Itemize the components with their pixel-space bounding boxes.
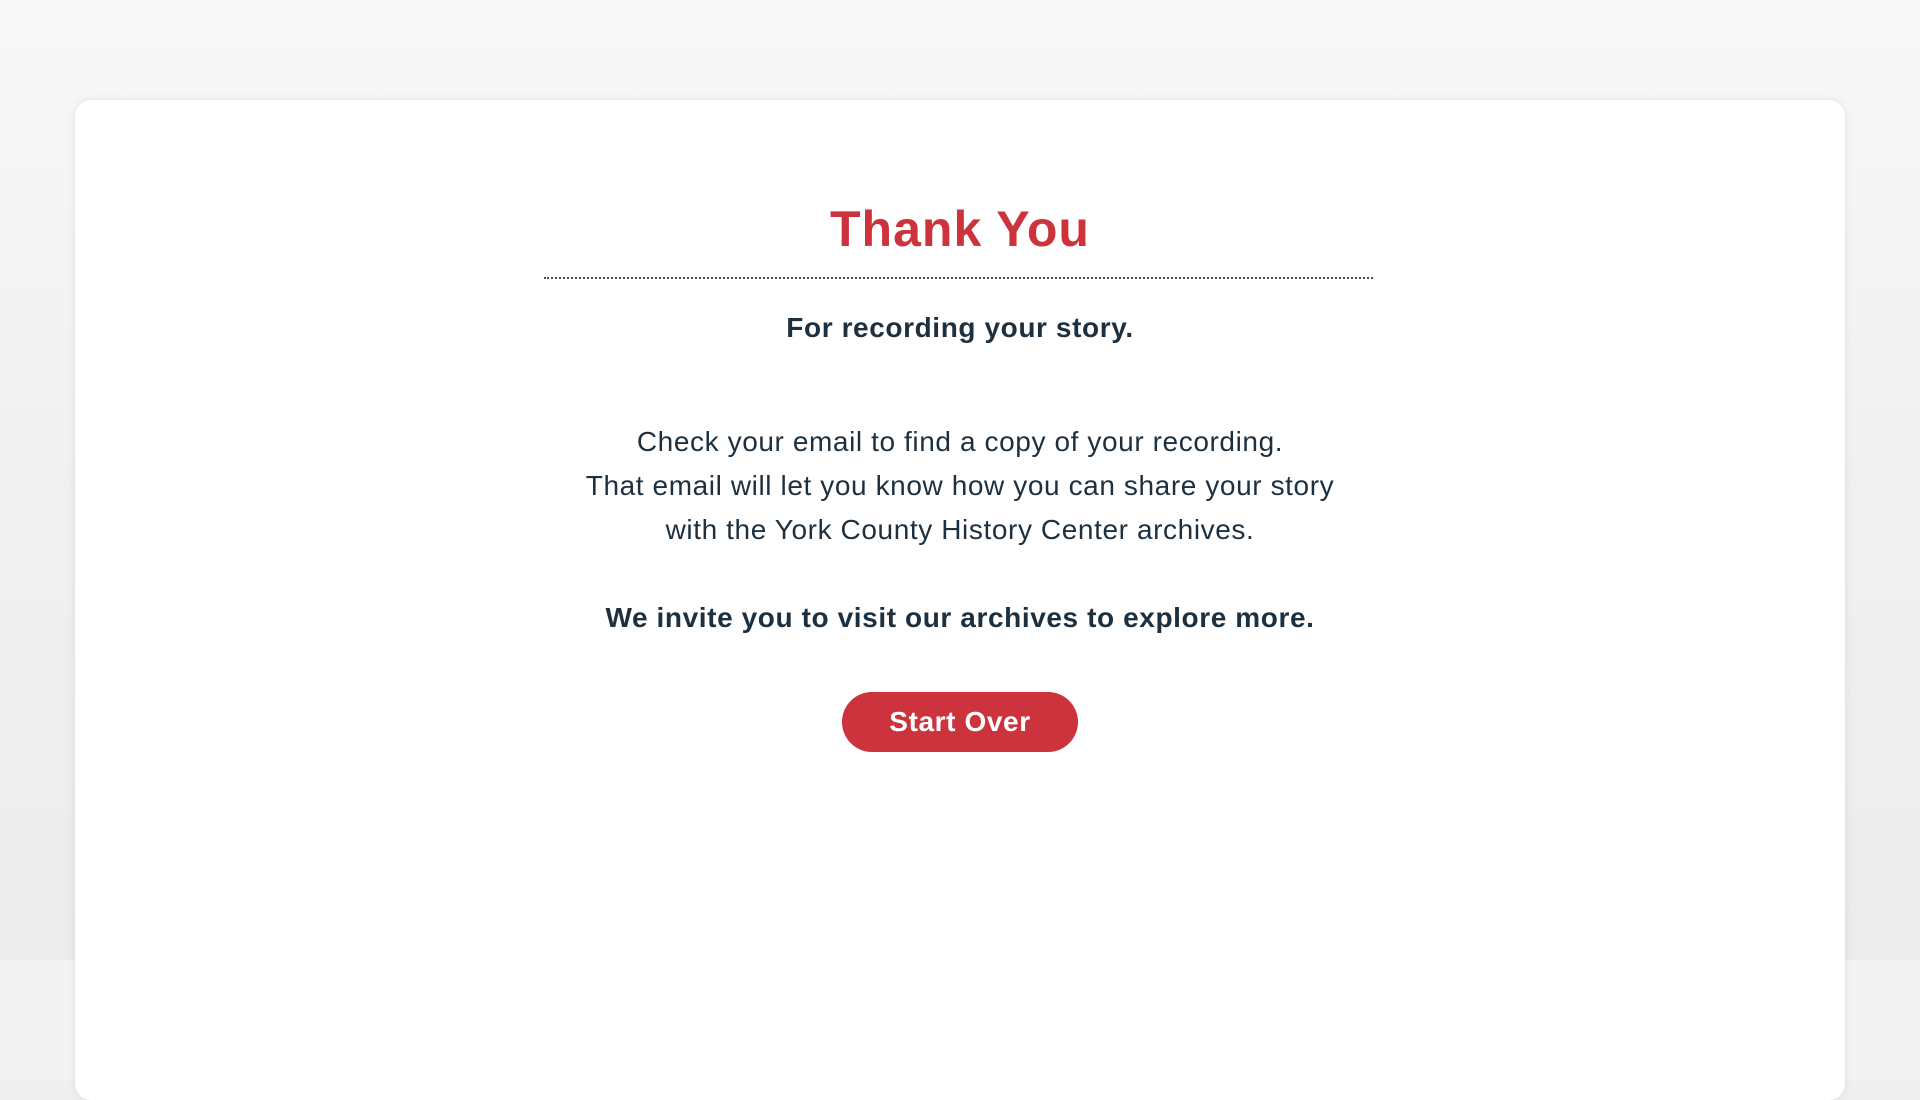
start-over-button[interactable]: Start Over xyxy=(842,692,1078,752)
archive-invite-text: We invite you to visit our archives to e… xyxy=(605,602,1315,633)
instructions-line: That email will let you know how you can… xyxy=(585,470,1335,501)
subtitle: For recording your story. xyxy=(786,312,1134,343)
title-divider xyxy=(544,277,1373,279)
instructions-line: Check your email to find a copy of your … xyxy=(636,426,1284,457)
page-title: Thank You xyxy=(830,201,1090,257)
instructions-line: with the York County History Center arch… xyxy=(665,514,1255,545)
instructions-text: Check your email to find a copy of your … xyxy=(0,420,1920,552)
